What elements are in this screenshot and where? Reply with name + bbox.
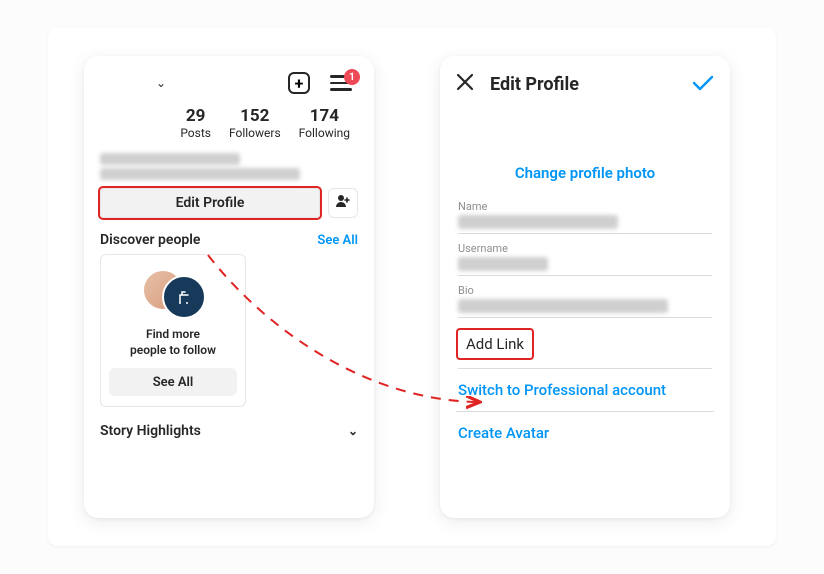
create-post-button[interactable]: + (288, 72, 310, 94)
change-photo-label: Change profile photo (515, 164, 655, 182)
close-button[interactable] (456, 72, 474, 97)
add-link-label: Add Link (466, 335, 524, 353)
discover-people-card: Find morepeople to follow See All (100, 254, 246, 407)
switch-professional-link[interactable]: Switch to Professional account (456, 369, 714, 399)
stat-number: 152 (229, 106, 281, 126)
check-icon (692, 74, 714, 92)
name-value-blurred (458, 215, 618, 229)
add-link-button[interactable]: Add Link (458, 330, 532, 358)
field-underline (458, 317, 712, 318)
field-underline (458, 275, 712, 276)
add-link-row: Add Link (456, 330, 714, 369)
profile-stats: 29 Posts 152 Followers 174 Following (100, 104, 358, 150)
username-dropdown[interactable]: ⌄ (106, 76, 166, 90)
chevron-down-icon: ⌄ (348, 424, 358, 438)
confirm-button[interactable] (692, 73, 714, 97)
bio-field[interactable]: Bio (456, 284, 714, 318)
username-field[interactable]: Username (456, 242, 714, 276)
stat-following[interactable]: 174 Following (299, 106, 350, 140)
change-profile-photo-link[interactable]: Change profile photo (456, 163, 714, 182)
field-label: Username (458, 242, 712, 255)
stat-number: 174 (299, 106, 350, 126)
discover-card-text: Find morepeople to follow (109, 327, 237, 358)
story-highlights-toggle[interactable]: Story Highlights ⌄ (100, 423, 358, 439)
edit-profile-screen: Edit Profile Change profile photo Name U… (440, 56, 730, 518)
story-highlights-label: Story Highlights (100, 423, 201, 439)
field-label: Bio (458, 284, 712, 297)
discover-see-all-link[interactable]: See All (317, 233, 358, 248)
close-icon (456, 73, 474, 91)
username-value-blurred (458, 257, 548, 271)
page-title: Edit Profile (490, 74, 676, 95)
profile-name-blurred (100, 153, 240, 165)
create-avatar-label: Create Avatar (458, 424, 549, 442)
create-avatar-link[interactable]: Create Avatar (456, 412, 714, 442)
stat-label: Followers (229, 126, 281, 140)
name-field[interactable]: Name (456, 200, 714, 234)
profile-bio-blurred (100, 168, 300, 180)
discover-people-button[interactable] (328, 188, 358, 218)
stat-label: Posts (180, 126, 211, 140)
menu-button[interactable]: 1 (330, 75, 352, 91)
edit-profile-row: Edit Profile (100, 188, 358, 218)
add-person-icon (335, 194, 351, 212)
edit-profile-label: Edit Profile (176, 195, 245, 211)
edit-profile-button[interactable]: Edit Profile (100, 188, 320, 218)
field-label: Name (458, 200, 712, 213)
stat-posts[interactable]: 29 Posts (180, 106, 211, 140)
notification-badge: 1 (344, 69, 360, 85)
discover-card-see-all-button[interactable]: See All (109, 368, 237, 396)
edit-profile-header: Edit Profile (456, 72, 714, 105)
field-underline (458, 233, 712, 234)
see-all-label: See All (153, 375, 194, 390)
switch-pro-label: Switch to Professional account (458, 381, 666, 399)
bio-value-blurred (458, 299, 668, 313)
discover-avatar-stack (142, 269, 204, 319)
chevron-down-icon: ⌄ (156, 76, 166, 90)
profile-header: ⌄ + 1 (100, 72, 358, 104)
discover-people-title: Discover people (100, 232, 200, 248)
discover-people-header: Discover people See All (100, 232, 358, 248)
profile-screen: ⌄ + 1 29 Posts 152 Followers 174 Followi… (84, 56, 374, 518)
avatar (162, 275, 206, 319)
stat-label: Following (299, 126, 350, 140)
stat-number: 29 (180, 106, 211, 126)
stat-followers[interactable]: 152 Followers (229, 106, 281, 140)
plus-box-icon: + (288, 72, 310, 94)
tutorial-stage: ⌄ + 1 29 Posts 152 Followers 174 Followi… (48, 28, 776, 546)
